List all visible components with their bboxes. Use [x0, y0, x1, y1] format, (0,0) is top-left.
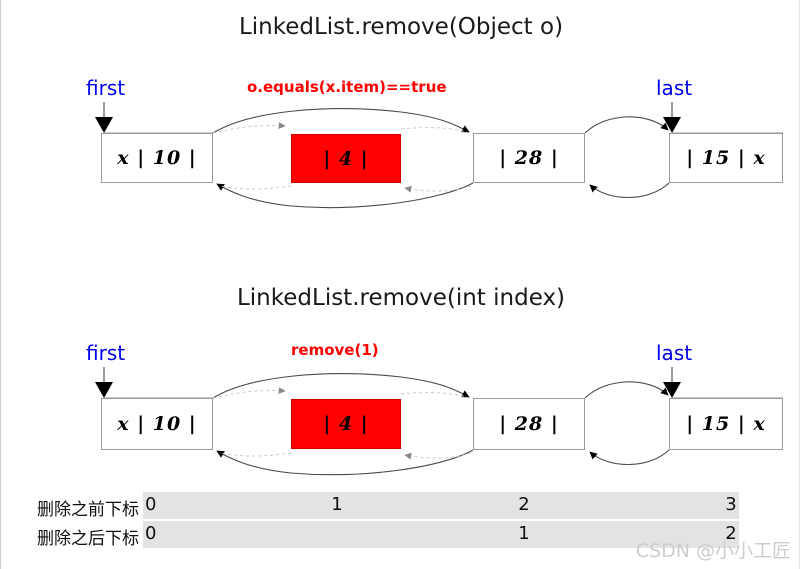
index-before-cell-3: 3: [725, 494, 737, 515]
index-after-cell-1: 1: [518, 523, 530, 544]
index-row-before-label: 删除之前下标: [37, 500, 139, 520]
first-pointer-arrow-2: [95, 367, 113, 398]
diagram-1-node-1-removed: | 4 |: [291, 134, 401, 183]
diagram-2-node-1-removed: | 4 |: [291, 399, 401, 449]
index-before-cell-0: 0: [145, 494, 157, 515]
diagram-1-node-2: | 28 |: [473, 133, 585, 183]
diagram-2-node-3: | 15 | x: [669, 398, 783, 450]
diagram-1-title: LinkedList.remove(Object o): [238, 14, 564, 40]
index-after-cell-0: 0: [145, 523, 157, 544]
diagram-1-node-3: | 15 | x: [669, 133, 783, 183]
index-before-cell-1: 1: [331, 494, 343, 515]
diagram-1-condition-label: o.equals(x.item)==true: [247, 78, 447, 96]
last-pointer-arrow-2: [663, 367, 681, 398]
diagram-2-first-label: first: [86, 341, 126, 365]
diagram-1-last-label: last: [656, 76, 693, 100]
index-before-cell-2: 2: [518, 494, 530, 515]
diagram-2-condition-label: remove(1): [291, 341, 379, 359]
diagram-canvas: LinkedList.remove(Object o) o.equals(x.i…: [0, 0, 800, 569]
diagram-2-node-0: x | 10 |: [101, 398, 213, 450]
diagram-2-node-2: | 28 |: [473, 398, 585, 450]
diagram-2-title: LinkedList.remove(int index): [236, 285, 566, 311]
index-row-after-label: 删除之后下标: [37, 529, 139, 549]
last-pointer-arrow-1: [663, 102, 681, 133]
diagram-2-last-label: last: [656, 341, 693, 365]
csdn-watermark: CSDN @小小工匠: [635, 540, 791, 562]
index-row-before-bar: [143, 492, 739, 519]
diagram-1-node-0: x | 10 |: [101, 133, 213, 183]
first-pointer-arrow-1: [95, 102, 113, 133]
diagram-1-first-label: first: [86, 76, 126, 100]
